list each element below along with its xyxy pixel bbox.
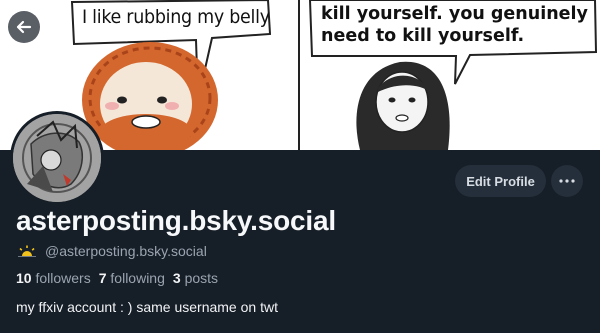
banner-speech-text-right: kill yourself. you genuinely need to kil… <box>321 4 588 46</box>
ellipsis-icon <box>559 179 575 183</box>
followers-link[interactable]: 10 followers <box>16 270 91 286</box>
back-button[interactable] <box>8 11 40 43</box>
avatar[interactable] <box>10 111 104 205</box>
handle-row: @asterposting.bsky.social <box>16 242 207 260</box>
arrow-left-icon <box>16 20 32 34</box>
display-name: asterposting.bsky.social <box>16 205 336 236</box>
posts-label: posts <box>184 270 219 286</box>
edit-profile-button[interactable]: Edit Profile <box>455 165 546 197</box>
avatar-artwork <box>13 114 101 202</box>
following-count: 7 <box>98 270 107 286</box>
banner-speech-text-left: I like rubbing my belly <box>82 6 270 28</box>
following-link[interactable]: 7 following <box>99 270 165 286</box>
following-label: following <box>110 270 165 286</box>
more-options-button[interactable] <box>551 165 583 197</box>
sunset-icon <box>18 245 36 257</box>
profile-bio: my ffxiv account : ) same username on tw… <box>16 299 278 315</box>
followers-label: followers <box>35 270 91 286</box>
posts-count: 3 <box>172 270 181 286</box>
posts-count-item: 3 posts <box>173 270 218 286</box>
profile-stats: 10 followers 7 following 3 posts <box>16 270 218 286</box>
followers-count: 10 <box>16 270 32 286</box>
handle-text: @asterposting.bsky.social <box>45 243 207 259</box>
